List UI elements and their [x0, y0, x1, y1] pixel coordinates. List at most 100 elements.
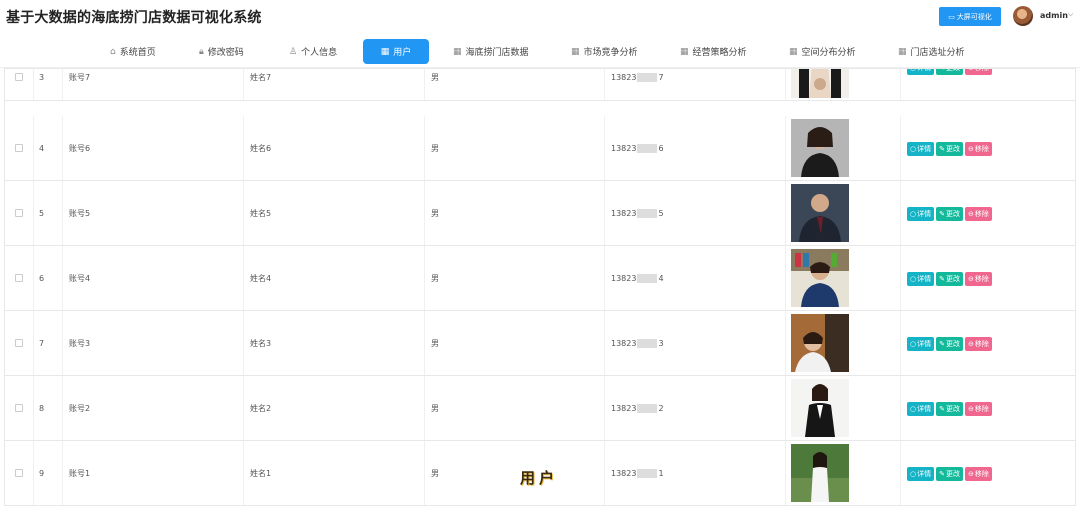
portrait-image: [791, 119, 849, 177]
detail-button[interactable]: ○ 详情: [907, 142, 935, 156]
edit-button[interactable]: ✎ 更改: [936, 69, 963, 75]
delete-button[interactable]: ⊖ 移除: [964, 142, 992, 156]
nav-item-label: 修改密码: [207, 48, 244, 58]
delete-button[interactable]: ⊖ 移除: [964, 467, 992, 481]
remove-icon: ⊖: [967, 275, 974, 283]
user-name[interactable]: admin: [1040, 11, 1068, 20]
row-index: 5: [34, 181, 63, 245]
pencil-icon: ✎: [939, 470, 945, 478]
detail-button[interactable]: ○ 详情: [907, 207, 935, 221]
avatar[interactable]: [1013, 6, 1033, 26]
nav-item-strategy-analysis[interactable]: ▦ 经营策略分析: [672, 39, 755, 64]
user-photo[interactable]: [791, 249, 849, 307]
user-photo[interactable]: [791, 184, 849, 242]
nav-item-spatial-analysis[interactable]: ▦ 空间分布分析: [781, 39, 864, 64]
user-photo[interactable]: [791, 379, 849, 437]
row-index: 8: [34, 376, 63, 440]
detail-button[interactable]: ○ 详情: [907, 68, 935, 75]
user-photo[interactable]: [791, 119, 849, 177]
row-name: 姓名6: [244, 116, 425, 180]
row-account: 账号3: [63, 311, 244, 375]
bigscreen-button[interactable]: ▭ 大屏可视化: [939, 7, 1001, 26]
nav-item-label: 市场竞争分析: [583, 48, 638, 58]
row-phone: 13823 1: [605, 441, 786, 505]
grid-icon: ▦: [789, 46, 798, 57]
remove-icon: ⊖: [967, 68, 974, 72]
search-icon: ○: [910, 68, 917, 72]
nav-item-profile[interactable]: ♙ 个人信息: [281, 39, 345, 64]
phone-mask: [637, 143, 658, 153]
detail-button[interactable]: ○ 详情: [907, 402, 935, 416]
portrait-image: [791, 184, 849, 242]
row-checkbox[interactable]: [15, 144, 23, 152]
row-phone: 13823 2: [605, 376, 786, 440]
row-name: 姓名7: [244, 69, 425, 100]
row-checkbox[interactable]: [15, 404, 23, 412]
delete-button[interactable]: ⊖ 移除: [964, 272, 992, 286]
edit-button[interactable]: ✎ 更改: [936, 142, 963, 156]
nav-item-label: 经营策略分析: [692, 48, 747, 58]
portrait-image: [791, 444, 849, 502]
row-index: 3: [34, 69, 63, 100]
phone-mask: [637, 468, 658, 478]
search-icon: ○: [910, 275, 917, 283]
delete-button[interactable]: ⊖ 移除: [964, 402, 992, 416]
row-name: 姓名1: [244, 441, 425, 505]
edit-button[interactable]: ✎ 更改: [936, 207, 963, 221]
nav-item-label: 空间分布分析: [801, 48, 856, 58]
row-checkbox[interactable]: [15, 274, 23, 282]
edit-button[interactable]: ✎ 更改: [936, 467, 963, 481]
row-sex: 男: [425, 116, 605, 180]
row-checkbox[interactable]: [15, 339, 23, 347]
user-photo[interactable]: [791, 69, 849, 98]
delete-button[interactable]: ⊖ 移除: [964, 207, 992, 221]
nav-item-site-analysis[interactable]: ▦ 门店选址分析: [890, 39, 973, 64]
search-icon: ○: [910, 405, 917, 413]
row-index: 4: [34, 116, 63, 180]
row-index: 9: [34, 441, 63, 505]
overlay-caption: 用户: [520, 469, 559, 487]
edit-button[interactable]: ✎ 更改: [936, 402, 963, 416]
row-name: 姓名2: [244, 376, 425, 440]
row-name: 姓名5: [244, 181, 425, 245]
top-bar: 基于大数据的海底捞门店数据可视化系统 ▭ 大屏可视化 admin ⌵: [0, 0, 1080, 34]
pencil-icon: ✎: [939, 340, 945, 348]
user-photo[interactable]: [791, 314, 849, 372]
row-checkbox[interactable]: [15, 209, 23, 217]
edit-button[interactable]: ✎ 更改: [936, 337, 963, 351]
row-phone: 13823 6: [605, 116, 786, 180]
nav-item-password[interactable]: 🔒︎ 修改密码: [191, 39, 252, 64]
row-name: 姓名3: [244, 311, 425, 375]
user-icon: ♙: [289, 46, 298, 57]
detail-button[interactable]: ○ 详情: [907, 467, 935, 481]
row-phone: 13823 4: [605, 246, 786, 310]
pencil-icon: ✎: [939, 275, 945, 283]
row-sex: 男: [425, 441, 605, 505]
delete-button[interactable]: ⊖ 移除: [964, 337, 992, 351]
portrait-image: [791, 69, 849, 98]
remove-icon: ⊖: [967, 405, 974, 413]
phone-mask: [637, 72, 658, 82]
row-checkbox[interactable]: [15, 73, 23, 81]
row-sex: 男: [425, 69, 605, 100]
row-name: 姓名4: [244, 246, 425, 310]
nav-item-home[interactable]: ⌂ 系统首页: [102, 39, 164, 64]
chevron-down-icon[interactable]: ⌵: [1068, 10, 1073, 19]
delete-button[interactable]: ⊖ 移除: [964, 68, 992, 75]
row-checkbox[interactable]: [15, 469, 23, 477]
remove-icon: ⊖: [967, 145, 974, 153]
nav-item-users[interactable]: ▦ 用户: [363, 39, 429, 64]
user-photo[interactable]: [791, 444, 849, 502]
detail-button[interactable]: ○ 详情: [907, 337, 935, 351]
monitor-icon: ▭: [948, 12, 955, 21]
remove-icon: ⊖: [967, 210, 974, 218]
row-sex: 男: [425, 181, 605, 245]
app-title: 基于大数据的海底捞门店数据可视化系统: [6, 10, 262, 26]
nav-item-market-analysis[interactable]: ▦ 市场竞争分析: [563, 39, 646, 64]
edit-button[interactable]: ✎ 更改: [936, 272, 963, 286]
row-phone: 13823 5: [605, 181, 786, 245]
detail-button[interactable]: ○ 详情: [907, 272, 935, 286]
nav-item-label: 个人信息: [301, 48, 338, 58]
lock-icon: 🔒︎: [199, 46, 204, 57]
nav-item-store-data[interactable]: ▦ 海底捞门店数据: [445, 39, 537, 64]
